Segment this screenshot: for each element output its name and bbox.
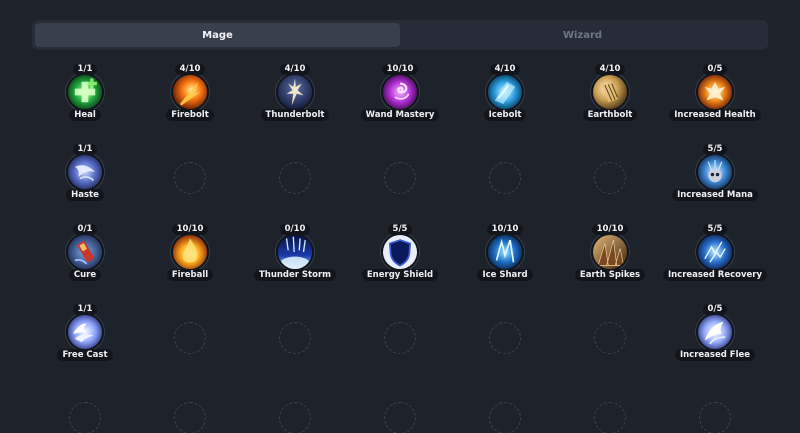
empty-skill-slot bbox=[594, 322, 626, 354]
skill-earthbolt[interactable]: 4/10 Earthbolt bbox=[555, 64, 665, 136]
empty-skill-slot bbox=[174, 402, 206, 433]
skill-tree-window: Mage Wizard 1/1 Heal 4/10 Firebolt 4/10 … bbox=[0, 0, 800, 433]
skill-ice-shard[interactable]: 10/10 Ice Shard bbox=[450, 224, 560, 296]
empty-skill-slot bbox=[699, 402, 731, 433]
skill-name: Increased Health bbox=[669, 109, 761, 121]
skill-level: 10/10 bbox=[486, 224, 524, 235]
tab-mage[interactable]: Mage bbox=[35, 23, 400, 47]
skill-level: 4/10 bbox=[174, 64, 206, 75]
skill-level: 10/10 bbox=[591, 224, 629, 235]
cure-icon bbox=[66, 233, 104, 271]
empty-skill-slot bbox=[279, 402, 311, 433]
skill-name: Wand Mastery bbox=[360, 109, 440, 121]
empty-skill-slot bbox=[69, 402, 101, 433]
empty-skill-slot bbox=[489, 322, 521, 354]
skill-level: 0/10 bbox=[279, 224, 311, 235]
free-cast-icon bbox=[66, 313, 104, 351]
skill-level: 5/5 bbox=[702, 224, 728, 235]
skill-level: 1/1 bbox=[72, 304, 98, 315]
empty-skill-slot bbox=[489, 402, 521, 433]
energy-shield-icon bbox=[381, 233, 419, 271]
skill-earth-spikes[interactable]: 10/10 Earth Spikes bbox=[555, 224, 665, 296]
empty-skill-slot bbox=[174, 322, 206, 354]
skill-fireball[interactable]: 10/10 Fireball bbox=[135, 224, 245, 296]
empty-skill-slot bbox=[279, 322, 311, 354]
skill-level: 4/10 bbox=[594, 64, 626, 75]
skill-name: Ice Shard bbox=[477, 269, 533, 281]
skill-name: Free Cast bbox=[57, 349, 113, 361]
skill-name: Fireball bbox=[166, 269, 214, 281]
increased-health-icon bbox=[696, 73, 734, 111]
skill-icebolt[interactable]: 4/10 Icebolt bbox=[450, 64, 560, 136]
skill-increased-recovery[interactable]: 5/5 Increased Recovery bbox=[660, 224, 770, 296]
increased-flee-icon bbox=[696, 313, 734, 351]
skill-level: 1/1 bbox=[72, 144, 98, 155]
empty-skill-slot bbox=[384, 402, 416, 433]
skill-level: 10/10 bbox=[381, 64, 419, 75]
skill-name: Increased Recovery bbox=[662, 269, 768, 281]
skill-level: 5/5 bbox=[702, 144, 728, 155]
skill-thunder-storm[interactable]: 0/10 Thunder Storm bbox=[240, 224, 350, 296]
haste-icon bbox=[66, 153, 104, 191]
skill-name: Icebolt bbox=[483, 109, 527, 121]
firebolt-icon bbox=[171, 73, 209, 111]
skill-level: 4/10 bbox=[279, 64, 311, 75]
empty-skill-slot bbox=[279, 162, 311, 194]
skill-name: Haste bbox=[66, 189, 104, 201]
skill-increased-health[interactable]: 0/5 Increased Health bbox=[660, 64, 770, 136]
skill-name: Cure bbox=[68, 269, 102, 281]
empty-skill-slot bbox=[489, 162, 521, 194]
wand-mastery-icon bbox=[381, 73, 419, 111]
empty-skill-slot bbox=[384, 162, 416, 194]
skill-level: 5/5 bbox=[387, 224, 413, 235]
skill-level: 0/5 bbox=[702, 304, 728, 315]
fireball-icon bbox=[171, 233, 209, 271]
skill-cure[interactable]: 0/1 Cure bbox=[30, 224, 140, 296]
tab-wizard[interactable]: Wizard bbox=[400, 23, 765, 47]
skill-free-cast[interactable]: 1/1 Free Cast bbox=[30, 304, 140, 376]
skill-increased-mana[interactable]: 5/5 Increased Mana bbox=[660, 144, 770, 216]
skill-level: 10/10 bbox=[171, 224, 209, 235]
skill-level: 0/1 bbox=[72, 224, 98, 235]
skill-name: Thunder Storm bbox=[253, 269, 337, 281]
skill-level: 4/10 bbox=[489, 64, 521, 75]
heal-icon bbox=[66, 73, 104, 111]
skill-energy-shield[interactable]: 5/5 Energy Shield bbox=[345, 224, 455, 296]
skill-thunderbolt[interactable]: 4/10 Thunderbolt bbox=[240, 64, 350, 136]
empty-skill-slot bbox=[384, 322, 416, 354]
empty-skill-slot bbox=[594, 402, 626, 433]
skill-name: Energy Shield bbox=[361, 269, 439, 281]
increased-recovery-icon bbox=[696, 233, 734, 271]
icebolt-icon bbox=[486, 73, 524, 111]
skill-name: Earth Spikes bbox=[574, 269, 646, 281]
increased-mana-icon bbox=[696, 153, 734, 191]
skill-haste[interactable]: 1/1 Haste bbox=[30, 144, 140, 216]
skill-level: 1/1 bbox=[72, 64, 98, 75]
skill-wand-mastery[interactable]: 10/10 Wand Mastery bbox=[345, 64, 455, 136]
skill-level: 0/5 bbox=[702, 64, 728, 75]
empty-skill-slot bbox=[594, 162, 626, 194]
skill-name: Heal bbox=[69, 109, 101, 121]
skill-name: Increased Flee bbox=[674, 349, 756, 361]
skill-increased-flee[interactable]: 0/5 Increased Flee bbox=[660, 304, 770, 376]
job-tab-bar: Mage Wizard bbox=[32, 20, 768, 50]
thunderbolt-icon bbox=[276, 73, 314, 111]
earthbolt-icon bbox=[591, 73, 629, 111]
earth-spikes-icon bbox=[591, 233, 629, 271]
skill-firebolt[interactable]: 4/10 Firebolt bbox=[135, 64, 245, 136]
ice-shard-icon bbox=[486, 233, 524, 271]
skill-heal[interactable]: 1/1 Heal bbox=[30, 64, 140, 136]
empty-skill-slot bbox=[174, 162, 206, 194]
skill-name: Thunderbolt bbox=[260, 109, 330, 121]
thunder-storm-icon bbox=[276, 233, 314, 271]
skill-name: Earthbolt bbox=[582, 109, 638, 121]
skill-name: Firebolt bbox=[166, 109, 214, 121]
skill-name: Increased Mana bbox=[672, 189, 758, 201]
